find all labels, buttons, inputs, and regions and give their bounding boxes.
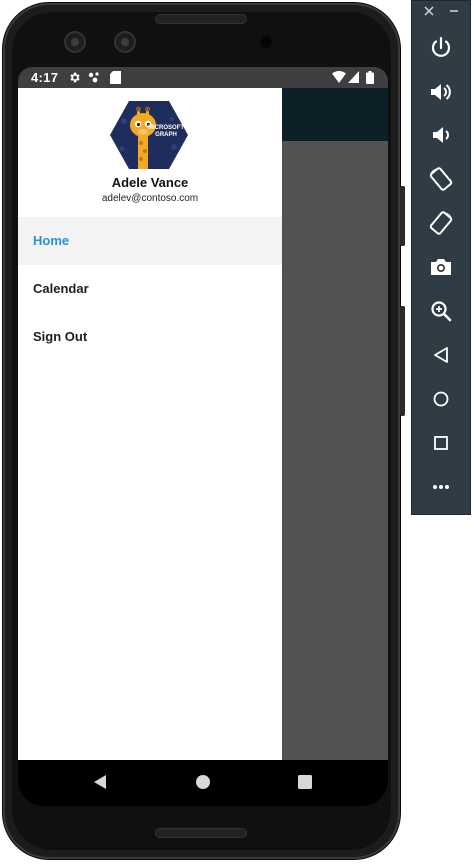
drawer-scrim[interactable] bbox=[282, 141, 388, 760]
signal-icon bbox=[348, 71, 359, 83]
menu-item-home[interactable]: Home bbox=[18, 217, 282, 265]
more-icon bbox=[433, 485, 449, 489]
power-icon bbox=[431, 36, 451, 57]
power-button[interactable] bbox=[428, 35, 454, 61]
drawer-menu: Home Calendar Sign Out bbox=[18, 217, 282, 361]
status-time: 4:17 bbox=[31, 70, 59, 85]
user-email: adelev@contoso.com bbox=[101, 193, 199, 204]
front-camera-icon bbox=[114, 31, 136, 53]
screenshot-button[interactable] bbox=[428, 254, 454, 280]
side-button-power[interactable] bbox=[400, 186, 405, 246]
proximity-sensor bbox=[260, 36, 272, 48]
navigation-drawer: MICROSOFT GRAPH Adele Vance adelev@conto… bbox=[18, 88, 282, 760]
sd-card-icon bbox=[110, 71, 121, 84]
minimize-icon[interactable] bbox=[449, 6, 459, 16]
settings-icon bbox=[70, 72, 80, 83]
rotate-left-button[interactable] bbox=[428, 166, 454, 192]
status-bar: 4:17 bbox=[18, 67, 388, 88]
rotate-right-icon bbox=[429, 211, 453, 235]
more-button[interactable] bbox=[428, 474, 454, 500]
home-button[interactable] bbox=[428, 386, 454, 412]
back-button[interactable] bbox=[428, 342, 454, 368]
bottom-speaker bbox=[155, 828, 247, 838]
battery-icon bbox=[366, 71, 374, 84]
overview-button[interactable] bbox=[428, 430, 454, 456]
volume-up-icon bbox=[431, 84, 451, 100]
nav-home-icon[interactable] bbox=[195, 774, 211, 790]
device-screen: 4:17 MICROSOFT GRAPH Adele Vance adelev@… bbox=[18, 67, 388, 806]
notification-dots-icon bbox=[88, 72, 99, 83]
rotate-right-button[interactable] bbox=[428, 210, 454, 236]
volume-down-button[interactable] bbox=[428, 122, 454, 148]
emulator-toolbar bbox=[411, 0, 471, 515]
earpiece-speaker bbox=[155, 14, 247, 24]
nav-back-icon[interactable] bbox=[92, 774, 108, 790]
zoom-icon bbox=[431, 301, 452, 322]
nav-overview-icon[interactable] bbox=[297, 774, 313, 790]
svg-text:GRAPH: GRAPH bbox=[155, 132, 177, 138]
camera-icon bbox=[431, 259, 451, 275]
rotate-left-icon bbox=[429, 167, 453, 191]
wifi-icon bbox=[332, 71, 346, 83]
home-icon bbox=[433, 391, 449, 407]
svg-text:MICROSOFT: MICROSOFT bbox=[148, 125, 184, 131]
close-icon[interactable] bbox=[424, 6, 434, 16]
back-icon bbox=[434, 347, 448, 363]
side-button-volume[interactable] bbox=[400, 306, 405, 416]
volume-up-button[interactable] bbox=[428, 79, 454, 105]
app-content: MICROSOFT GRAPH Adele Vance adelev@conto… bbox=[18, 88, 388, 760]
front-camera-icon bbox=[64, 31, 86, 53]
user-avatar[interactable]: MICROSOFT GRAPH bbox=[110, 101, 188, 169]
overview-icon bbox=[434, 436, 448, 450]
menu-item-sign-out[interactable]: Sign Out bbox=[18, 313, 282, 361]
user-name: Adele Vance bbox=[111, 175, 189, 190]
system-nav-bar bbox=[18, 760, 388, 806]
volume-down-icon bbox=[433, 127, 449, 143]
zoom-button[interactable] bbox=[428, 298, 454, 324]
app-bar bbox=[282, 88, 388, 141]
menu-item-calendar[interactable]: Calendar bbox=[18, 265, 282, 313]
